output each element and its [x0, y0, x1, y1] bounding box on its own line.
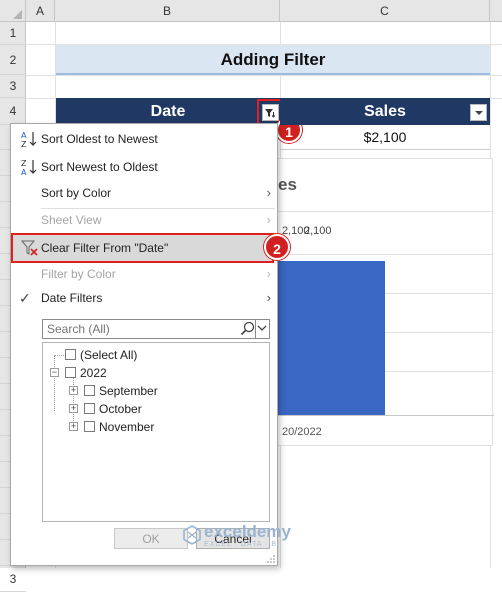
expand-icon[interactable]: +	[69, 386, 78, 395]
tree-item-label: 2022	[80, 366, 107, 380]
sheet-title[interactable]: Adding Filter	[56, 45, 490, 75]
menu-sort-newest[interactable]: Z A Sort Newest to Oldest	[11, 154, 277, 180]
autofilter-menu: A Z Sort Oldest to Newest Z A Sort Newes…	[10, 123, 278, 566]
menu-sort-by-color[interactable]: Sort by Color ›	[11, 180, 277, 206]
menu-sort-newest-label: Sort Newest to Oldest	[41, 160, 158, 174]
menu-sheet-view-label: Sheet View	[41, 213, 102, 227]
chevron-right-icon: ›	[266, 266, 271, 281]
svg-text:A: A	[21, 131, 27, 140]
tree-item-label: September	[99, 384, 158, 398]
chart-x-tick-label: 20/2022	[282, 426, 322, 438]
gridline	[26, 75, 502, 76]
search-options-dropdown[interactable]	[255, 320, 269, 338]
select-all-checkbox[interactable]	[65, 349, 76, 360]
chart-data-label: 2,100	[304, 225, 332, 237]
chevron-down-icon	[475, 111, 483, 115]
header-cell-sales[interactable]: Sales	[280, 98, 490, 125]
watermark-name: exceldemy	[204, 522, 291, 541]
column-header-b[interactable]: B	[55, 0, 280, 22]
chevron-down-icon	[257, 325, 267, 331]
expand-icon[interactable]: +	[69, 404, 78, 413]
search-box	[42, 319, 270, 339]
svg-text:Z: Z	[21, 159, 27, 168]
row-header[interactable]: 2	[0, 45, 26, 75]
select-all-corner[interactable]	[0, 0, 26, 22]
menu-date-filters-label: Date Filters	[41, 291, 103, 305]
chevron-right-icon: ›	[266, 212, 271, 227]
column-header-c[interactable]: C	[280, 0, 490, 22]
header-cell-date[interactable]: Date	[56, 98, 280, 125]
filter-value-tree: (Select All) − 2022 + September + Octobe…	[42, 342, 270, 522]
chart-gridline	[278, 211, 494, 212]
menu-date-filters[interactable]: ✓ Date Filters ›	[11, 285, 277, 311]
month-checkbox[interactable]	[84, 421, 95, 432]
tree-item-label: (Select All)	[80, 348, 138, 362]
sort-ascending-icon: A Z	[21, 131, 37, 148]
collapse-icon[interactable]: −	[50, 368, 59, 377]
search-input[interactable]	[45, 321, 235, 337]
month-checkbox[interactable]	[84, 385, 95, 396]
search-icon[interactable]	[240, 321, 256, 337]
column-header-a[interactable]: A	[26, 0, 55, 22]
chevron-right-icon: ›	[266, 290, 271, 305]
tree-item-label: November	[99, 420, 155, 434]
menu-filter-by-color[interactable]: Filter by Color ›	[11, 261, 277, 287]
expand-icon[interactable]: +	[69, 422, 78, 431]
header-date-label: Date	[150, 103, 186, 120]
checkmark-icon: ✓	[19, 290, 31, 306]
month-checkbox[interactable]	[84, 403, 95, 414]
menu-sort-by-color-label: Sort by Color	[41, 186, 112, 200]
row-header[interactable]: 3	[0, 566, 26, 592]
row-header[interactable]: 1	[0, 22, 26, 45]
tree-connector	[54, 355, 64, 356]
clear-filter-highlight	[11, 233, 274, 263]
svg-text:A: A	[21, 168, 27, 176]
svg-text:Z: Z	[21, 140, 27, 148]
chart-gridline	[278, 254, 494, 255]
chart-bar[interactable]	[278, 260, 385, 415]
watermark-tagline: EXCEL · DATA · BI	[204, 541, 280, 548]
chevron-right-icon: ›	[266, 185, 271, 200]
watermark: exceldemy EXCEL · DATA · BI	[182, 522, 332, 552]
year-checkbox[interactable]	[65, 367, 76, 378]
chart-axis-line	[278, 415, 494, 416]
sort-descending-icon: Z A	[21, 159, 37, 176]
tree-connector	[54, 355, 55, 411]
row-header[interactable]: 4	[0, 98, 26, 125]
sales-value-cell[interactable]: $2,100	[280, 125, 490, 150]
step-badge-2: 2	[264, 234, 290, 260]
chart-title: es	[278, 175, 297, 194]
menu-sort-oldest[interactable]: A Z Sort Oldest to Newest	[11, 126, 277, 152]
row-header[interactable]: 3	[0, 75, 26, 98]
menu-filter-by-color-label: Filter by Color	[41, 267, 116, 281]
exceldemy-logo-icon	[183, 525, 201, 545]
tree-item-label: October	[99, 402, 142, 416]
ok-button[interactable]: OK	[114, 528, 188, 549]
menu-sort-oldest-label: Sort Oldest to Newest	[41, 132, 158, 146]
menu-sheet-view[interactable]: Sheet View ›	[11, 207, 277, 233]
header-sales-label: Sales	[364, 103, 406, 120]
resize-grip-icon[interactable]	[267, 555, 275, 563]
sales-filter-button[interactable]	[470, 104, 487, 121]
sales-chart[interactable]: es 2,100 2,100 20/2022	[277, 158, 494, 446]
column-header-bar: A B C	[0, 0, 502, 22]
